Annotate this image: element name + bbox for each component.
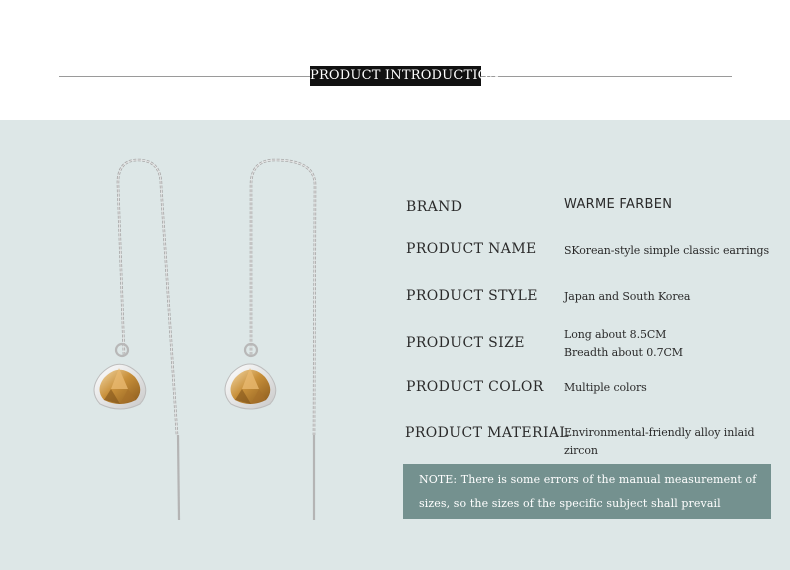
- spec-value-product-material-line1: Environmental-friendly alloy inlaid: [564, 426, 755, 439]
- spec-value-product-material-line2: zircon: [564, 444, 598, 457]
- spec-value-product-style: Japan and South Korea: [564, 290, 691, 303]
- note-line-2: sizes, so the sizes of the specific subj…: [419, 497, 721, 510]
- earrings-image: [93, 158, 317, 521]
- note-box: NOTE: There is some errors of the manual…: [403, 464, 771, 519]
- spec-value-product-size-breadth: Breadth about 0.7CM: [564, 346, 683, 359]
- spec-value-product-name: SKorean-style simple classic earrings: [564, 244, 770, 257]
- spec-value-brand: WARME FARBEN: [564, 197, 673, 212]
- spec-label-brand: BRAND: [406, 199, 463, 215]
- spec-label-product-color: PRODUCT COLOR: [406, 379, 544, 395]
- note-line-1: NOTE: There is some errors of the manual…: [419, 473, 757, 486]
- left-earring: [93, 158, 181, 521]
- spec-label-product-name: PRODUCT NAME: [406, 241, 537, 257]
- spec-label-product-size: PRODUCT SIZE: [406, 335, 525, 351]
- spec-value-product-size-long: Long about 8.5CM: [564, 328, 667, 341]
- spec-label-product-style: PRODUCT STYLE: [406, 288, 538, 304]
- spec-value-product-color: Multiple colors: [564, 381, 647, 394]
- spec-label-product-material: PRODUCT MATERIAL: [405, 425, 570, 441]
- right-earring: [224, 158, 317, 520]
